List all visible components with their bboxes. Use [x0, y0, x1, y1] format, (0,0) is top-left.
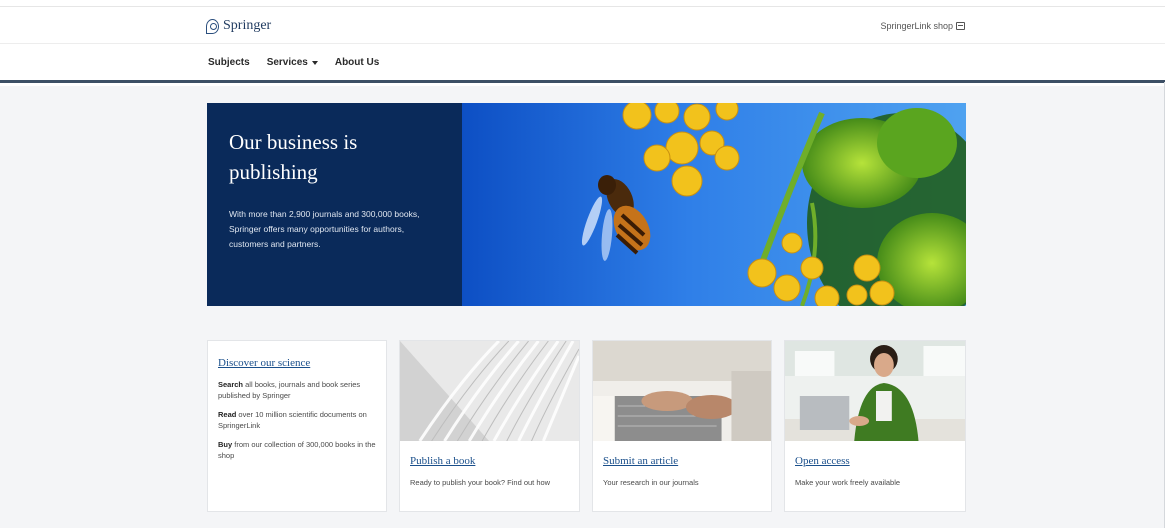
hero-bee-image — [462, 103, 966, 306]
hero-description: With more than 2,900 journals and 300,00… — [229, 209, 420, 249]
chevron-down-icon — [311, 61, 318, 65]
submit-article-card[interactable]: Submit an article Your research in our j… — [592, 340, 772, 512]
search-bold[interactable]: Search — [218, 380, 243, 389]
discover-link[interactable]: Discover our science — [218, 357, 310, 369]
buy-text: from our collection of 300,000 books in … — [218, 440, 376, 460]
open-access-card[interactable]: Open access Make your work freely availa… — [784, 340, 966, 512]
open-book-image — [400, 341, 579, 441]
logo-text: Springer — [223, 18, 272, 33]
buy-bold[interactable]: Buy — [218, 440, 232, 449]
open-access-link[interactable]: Open access — [795, 455, 850, 467]
main-nav: Subjects Services About Us — [0, 44, 1165, 83]
read-bold[interactable]: Read — [218, 410, 236, 419]
nav-services-label: Services — [266, 57, 308, 68]
submit-article-link[interactable]: Submit an article — [603, 455, 678, 467]
typing-laptop-image — [593, 341, 771, 441]
nav-services[interactable]: Services — [267, 57, 318, 68]
nav-about-us[interactable]: About Us — [335, 57, 379, 68]
main-content: Our business is publishing With more tha… — [0, 86, 1165, 528]
hero-title: Our business is publishing — [229, 130, 358, 184]
publish-book-text: Ready to publish your book? Find out how — [410, 478, 551, 487]
discover-search-text: Search all books, journals and book seri… — [218, 379, 376, 401]
nav-about-label: About Us — [334, 57, 380, 68]
springer-logo[interactable]: Springer — [206, 18, 271, 34]
publish-book-card[interactable]: Publish a book Ready to publish your boo… — [399, 340, 580, 512]
discover-card: Discover our science Search all books, j… — [207, 340, 387, 512]
shop-label: SpringerLink shop — [880, 21, 953, 31]
springer-horse-icon — [206, 18, 219, 34]
top-bar: Springer SpringerLink shop — [0, 6, 1165, 44]
discover-buy-text: Buy from our collection of 300,000 books… — [218, 439, 376, 461]
open-access-text: Make your work freely available — [795, 478, 901, 487]
hero-text-panel: Our business is publishing With more tha… — [207, 103, 462, 306]
read-text: over 10 million scientific documents on … — [218, 410, 367, 430]
nav-subjects[interactable]: Subjects — [208, 57, 250, 68]
submit-article-text: Your research in our journals — [603, 478, 699, 487]
shop-link[interactable]: SpringerLink shop — [880, 21, 965, 31]
woman-laptop-image — [785, 341, 965, 441]
publish-book-link[interactable]: Publish a book — [410, 455, 475, 467]
discover-read-text: Read over 10 million scientific document… — [218, 409, 376, 431]
nav-subjects-label: Subjects — [208, 57, 250, 68]
hero-banner: Our business is publishing With more tha… — [207, 103, 966, 306]
cart-icon — [956, 22, 965, 30]
feature-cards: Discover our science Search all books, j… — [207, 340, 966, 512]
